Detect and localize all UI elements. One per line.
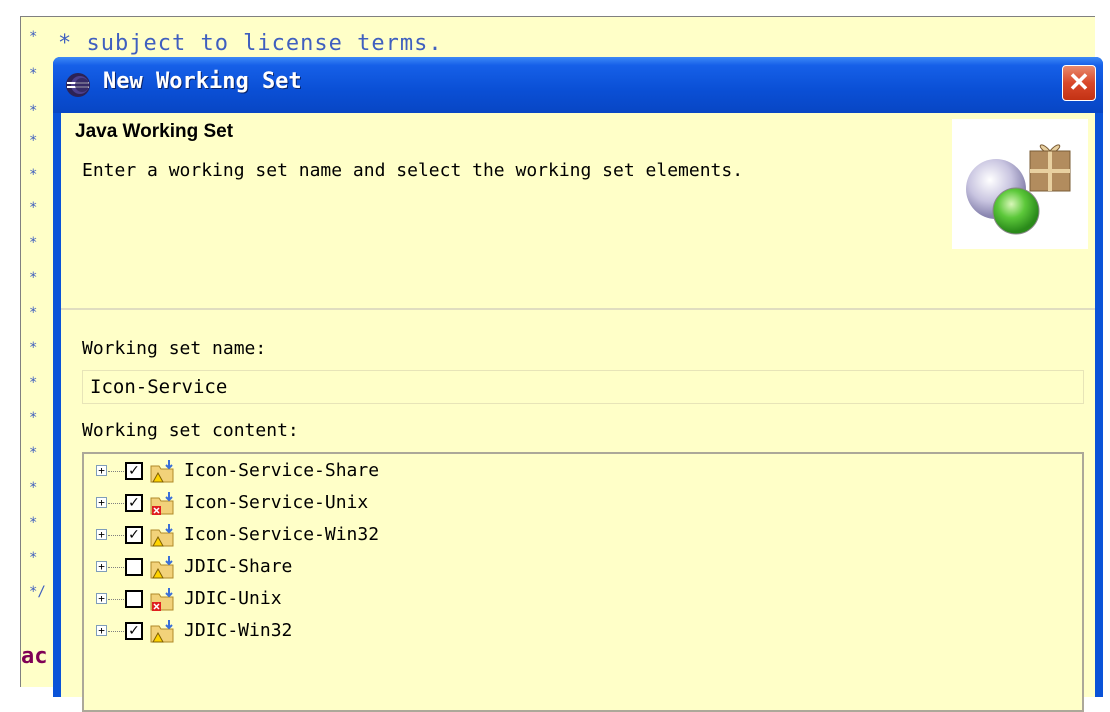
gutter-mark: * <box>29 200 38 216</box>
tree-connector <box>108 503 124 504</box>
working-set-content-label: Working set content: <box>82 420 299 441</box>
gutter-mark: * <box>29 375 38 391</box>
expand-toggle[interactable]: + <box>96 561 107 572</box>
gutter-mark: * <box>29 167 38 183</box>
dialog-body: Java Working Set Enter a working set nam… <box>61 113 1095 712</box>
expand-toggle[interactable]: + <box>96 593 107 604</box>
title-bar[interactable]: New Working Set ✕ <box>53 57 1103 113</box>
code-fragment: ac <box>21 644 48 669</box>
java-project-error-icon <box>150 588 174 611</box>
tree-item[interactable]: + JDIC-Share <box>84 553 1082 585</box>
tree-item-label: Icon-Service-Share <box>184 460 380 481</box>
eclipse-icon <box>66 73 90 97</box>
tree-item-label: JDIC-Win32 <box>184 620 293 641</box>
tree-connector <box>108 471 124 472</box>
java-project-warning-icon <box>150 460 174 483</box>
item-checkbox[interactable]: ✓ <box>125 622 143 640</box>
banner-title: Java Working Set <box>75 121 234 142</box>
gutter-mark: * <box>29 103 38 119</box>
tree-connector <box>108 599 124 600</box>
tree-item[interactable]: + JDIC-Unix <box>84 585 1082 617</box>
tree-connector <box>108 535 124 536</box>
expand-toggle[interactable]: + <box>96 497 107 508</box>
item-checkbox[interactable]: ✓ <box>125 494 143 512</box>
tree-item[interactable]: + ✓ JDIC-Win32 <box>84 617 1082 649</box>
tree-item-label: Icon-Service-Win32 <box>184 524 380 545</box>
close-button[interactable]: ✕ <box>1062 65 1096 101</box>
gutter-mark: * <box>29 410 38 426</box>
gutter-mark: * <box>29 340 38 356</box>
expand-toggle[interactable]: + <box>96 625 107 636</box>
gutter-mark: * <box>29 550 38 566</box>
tree-connector <box>108 567 124 568</box>
java-project-warning-icon <box>150 556 174 579</box>
item-checkbox[interactable]: ✓ <box>125 462 143 480</box>
new-working-set-dialog: New Working Set ✕ Java Working Set Enter… <box>53 57 1103 712</box>
banner-description: Enter a working set name and select the … <box>82 160 744 181</box>
code-comment-line: * subject to license terms. <box>58 31 443 56</box>
gutter-mark: * <box>29 133 38 149</box>
tree-item[interactable]: + ✓ Icon-Service-Share <box>84 457 1082 489</box>
java-project-warning-icon <box>150 524 174 547</box>
tree-item-label: JDIC-Unix <box>184 588 282 609</box>
gutter-mark: * <box>29 515 38 531</box>
tree-item-label: Icon-Service-Unix <box>184 492 369 513</box>
item-checkbox[interactable] <box>125 558 143 576</box>
gutter-mark: * <box>29 445 38 461</box>
gutter-mark: * <box>29 305 38 321</box>
expand-toggle[interactable]: + <box>96 465 107 476</box>
tree-connector <box>108 631 124 632</box>
dialog-title: New Working Set <box>103 69 302 94</box>
working-set-name-label: Working set name: <box>82 338 267 359</box>
wizard-banner: Java Working Set Enter a working set nam… <box>61 113 1095 310</box>
working-set-name-input[interactable] <box>82 370 1084 404</box>
gutter-mark: * <box>29 66 38 82</box>
gutter-mark: * <box>29 270 38 286</box>
tree-item[interactable]: + ✓ Icon-Service-Unix <box>84 489 1082 521</box>
tree-item[interactable]: + ✓ Icon-Service-Win32 <box>84 521 1082 553</box>
tree-item-label: JDIC-Share <box>184 556 293 577</box>
gutter-mark: * <box>29 235 38 251</box>
gutter-mark: * <box>29 29 38 45</box>
gutter-mark: * <box>29 480 38 496</box>
gutter-mark: */ <box>29 584 46 600</box>
working-set-content-tree[interactable]: + ✓ Icon-Service-Share + ✓ Icon-Service-… <box>82 452 1084 712</box>
expand-toggle[interactable]: + <box>96 529 107 540</box>
item-checkbox[interactable] <box>125 590 143 608</box>
working-set-wizard-icon <box>952 119 1088 249</box>
java-project-warning-icon <box>150 620 174 643</box>
item-checkbox[interactable]: ✓ <box>125 526 143 544</box>
java-project-error-icon <box>150 492 174 515</box>
